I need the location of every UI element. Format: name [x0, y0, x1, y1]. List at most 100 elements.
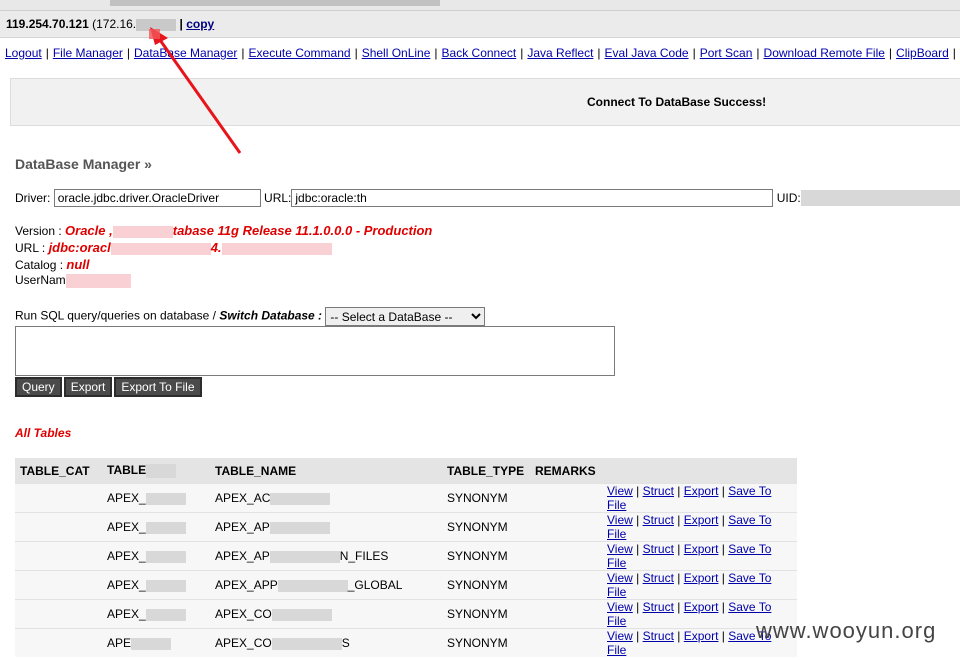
switch-database-label: Switch Database : [219, 308, 323, 323]
col-table-schema: TABLE [102, 458, 210, 484]
cell-remarks [530, 570, 602, 600]
table-name-text: APEX_AP [215, 549, 270, 563]
view-link[interactable]: View [607, 629, 633, 643]
view-link[interactable]: View [607, 571, 633, 585]
menu-java-reflect[interactable]: Java Reflect [527, 46, 593, 60]
cell-schema: APEX_ [102, 512, 210, 542]
menu-download-remote-file[interactable]: Download Remote File [764, 46, 885, 60]
col-table-name: TABLE_NAME [210, 458, 442, 484]
table-row: APEX_ APEX_AP N_FILES SYNONYM View | Struct … [15, 541, 797, 571]
table-row: APEX_ APEX_AC SYNONYM View | Struct | Expor… [15, 483, 797, 513]
table-name-text: APEX_AP [215, 520, 270, 534]
cell-table-name: APEX_AP N_FILES [210, 541, 442, 571]
cell-actions: View | Struct | Export | Save To File [602, 541, 797, 571]
export-to-file-button[interactable]: Export To File [114, 377, 202, 397]
export-link[interactable]: Export [684, 629, 719, 643]
view-link[interactable]: View [607, 542, 633, 556]
col-table-cat: TABLE_CAT [15, 458, 102, 484]
query-button[interactable]: Query [15, 377, 62, 397]
redacted-block [145, 521, 186, 534]
table-name-tail: N_FILES [339, 549, 389, 563]
redacted-block [270, 492, 331, 505]
export-link[interactable]: Export [684, 600, 719, 614]
query-buttons: Query Export Export To File [15, 377, 204, 397]
menu-execute-command[interactable]: Execute Command [249, 46, 351, 60]
uid-label: UID: [776, 191, 801, 205]
redacted-block [271, 608, 332, 621]
struct-link[interactable]: Struct [643, 542, 674, 556]
cell-table-cat [15, 483, 102, 513]
cell-table-name: APEX_CO S [210, 628, 442, 657]
table-row: APEX_ APEX_CO SYNONYM View | Struct | Expor… [15, 599, 797, 629]
menu-file-manager[interactable]: File Manager [53, 46, 123, 60]
menu-back-connect[interactable]: Back Connect [442, 46, 517, 60]
cell-schema: APEX_ [102, 483, 210, 513]
status-notice: Connect To DataBase Success! [10, 78, 960, 126]
export-link[interactable]: Export [684, 571, 719, 585]
redacted-block [277, 579, 348, 592]
cell-table-cat [15, 570, 102, 600]
username-line: UserNam [15, 273, 131, 288]
struct-link[interactable]: Struct [643, 600, 674, 614]
cell-table-cat [15, 512, 102, 542]
redacted-block [271, 637, 342, 650]
separator: | [179, 17, 183, 31]
cell-schema: APEX_ [102, 570, 210, 600]
export-button[interactable]: Export [63, 377, 113, 397]
struct-link[interactable]: Struct [643, 571, 674, 585]
menu-clipboard[interactable]: ClipBoard [896, 46, 949, 60]
menu-logout[interactable]: Logout [5, 46, 42, 60]
view-link[interactable]: View [607, 600, 633, 614]
run-sql-label: Run SQL query/queries on database / [15, 308, 220, 323]
struct-link[interactable]: Struct [643, 513, 674, 527]
catalog-line: Catalog : null [15, 257, 89, 272]
struct-link[interactable]: Struct [643, 629, 674, 643]
url-info-value: jdbc:oracl [48, 240, 111, 255]
table-row: APEX_ APEX_APP _GLOBAL SYNONYM View | Struct… [15, 570, 797, 600]
col-table-type: TABLE_TYPE [442, 458, 530, 484]
view-link[interactable]: View [607, 513, 633, 527]
redacted-block [131, 637, 172, 650]
redacted-block [136, 18, 177, 31]
col-remarks: REMARKS [530, 458, 602, 484]
url-info-tail: 4. [210, 240, 222, 255]
cell-actions: View | Struct | Export | Save To File [602, 483, 797, 513]
export-link[interactable]: Export [684, 484, 719, 498]
menu-shell-online[interactable]: Shell OnLine [362, 46, 431, 60]
tables-table: TABLE_CAT TABLE TABLE_NAME TABLE_TYPE RE… [15, 458, 797, 657]
menu-database-manager[interactable]: DataBase Manager [134, 46, 237, 60]
schema-text: APE [107, 636, 132, 650]
view-link[interactable]: View [607, 484, 633, 498]
cell-remarks [530, 512, 602, 542]
copy-link[interactable]: copy [186, 17, 214, 31]
sql-query-input[interactable] [15, 326, 615, 376]
redacted-block [65, 273, 131, 288]
main-menu: Logout | File Manager | DataBase Manager | Exe… [5, 46, 956, 60]
redacted-block [145, 608, 186, 621]
browser-url-bar[interactable] [0, 0, 960, 11]
cell-schema: APE [102, 628, 210, 657]
cell-table-type: SYNONYM [442, 512, 530, 542]
version-value: Oracle , [65, 223, 113, 238]
url-field[interactable] [291, 189, 774, 207]
watermark: www.wooyun.org [756, 618, 937, 643]
schema-text: APEX_ [107, 520, 146, 534]
database-select[interactable]: -- Select a DataBase -- [325, 307, 486, 326]
cell-table-type: SYNONYM [442, 483, 530, 513]
struct-link[interactable]: Struct [643, 484, 674, 498]
url-line: URL : jdbc:oracl 4. [15, 240, 332, 255]
redacted-block [145, 550, 186, 563]
menu-port-scan[interactable]: Port Scan [700, 46, 753, 60]
uid-redacted [800, 190, 960, 206]
export-link[interactable]: Export [684, 542, 719, 556]
url-label: URL: [264, 191, 292, 205]
driver-field[interactable] [53, 189, 261, 207]
cell-table-name: APEX_AP [210, 512, 442, 542]
table-row: APE APEX_CO S SYNONYM View | Struct | Export… [15, 628, 797, 657]
table-name-text: APEX_APP [215, 578, 278, 592]
menu-eval-java-code[interactable]: Eval Java Code [605, 46, 689, 60]
table-row: APEX_ APEX_AP SYNONYM View | Struct | Expor… [15, 512, 797, 542]
cell-table-type: SYNONYM [442, 628, 530, 657]
page-title: DataBase Manager » [15, 156, 152, 172]
export-link[interactable]: Export [684, 513, 719, 527]
